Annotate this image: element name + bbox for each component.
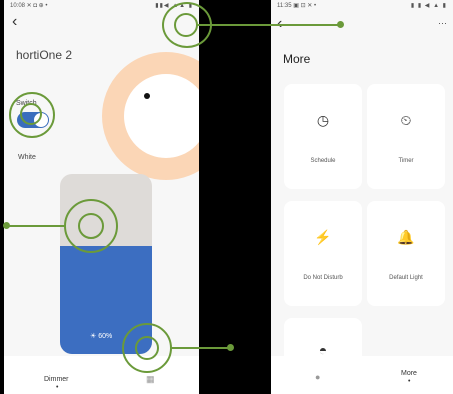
timer-card[interactable]: ⏲ Timer [367, 84, 445, 189]
device-name: hortiOne 2 [16, 48, 73, 62]
tab-more[interactable]: More [401, 370, 417, 377]
back-arrow-icon[interactable]: ‹ [12, 14, 17, 30]
schedule-card[interactable]: ◷ Schedule [284, 84, 362, 189]
brightness-callout-line [170, 347, 230, 349]
grid-icon[interactable]: ▦ [146, 374, 155, 385]
slider-callout-line [6, 225, 66, 227]
color-picker-handle[interactable] [144, 93, 150, 99]
flash-off-icon: ⚡ [314, 229, 332, 245]
brightness-value: ☀ 60% [90, 333, 113, 340]
back-callout-line [196, 24, 340, 26]
slider-callout-dot [3, 222, 10, 229]
bell-icon: 🔔 [397, 229, 415, 245]
device-control-screen: 10:08 ✕ ◘ ⊕ • ▮▮◀ ▲▲ ▮ ‹ hortiOne 2 Swit… [4, 0, 199, 394]
status-bar: 11:35 ▣ ⊡ ✕ • ▮ ▮ ◀ ▲ ▮ [271, 0, 453, 10]
more-screen: 11:35 ▣ ⊡ ✕ • ▮ ▮ ◀ ▲ ▮ ‹ ··· More ◷ Sch… [271, 0, 453, 394]
status-icons: ▮ ▮ ◀ ▲ ▮ [410, 3, 447, 9]
card-label: Schedule [310, 158, 336, 164]
bottom-tab-bar: Dimmer • ▦ [4, 356, 199, 394]
timer-icon: ⏲ [400, 112, 412, 128]
slider-highlight-inner [78, 213, 104, 239]
card-label: Default Light [389, 275, 423, 281]
default-light-card[interactable]: 🔔 Default Light [367, 201, 445, 306]
back-callout-dot [337, 21, 344, 28]
brightness-callout-dot [227, 344, 234, 351]
home-tab-icon[interactable]: ● [315, 372, 320, 382]
page-title: More [283, 52, 311, 66]
tab-dimmer-indicator: • [56, 384, 59, 391]
status-time: 10:08 ✕ ◘ ⊕ • [10, 3, 48, 9]
white-label: White [18, 154, 36, 161]
switch-highlight-inner [20, 103, 42, 125]
clock-icon: ◷ [316, 112, 330, 128]
tab-dimmer[interactable]: Dimmer [44, 376, 69, 383]
brightness-highlight-inner [135, 336, 159, 360]
card-label: Timer [398, 158, 414, 164]
card-label: Do Not Disturb [303, 275, 343, 281]
bottom-tab-bar: ● More • [271, 356, 453, 394]
do-not-disturb-card[interactable]: ⚡ Do Not Disturb [284, 201, 362, 306]
color-wheel[interactable] [102, 52, 199, 180]
back-highlight-inner [174, 13, 198, 37]
more-options-icon[interactable]: ··· [438, 18, 447, 28]
tab-more-indicator: • [408, 378, 411, 385]
status-time: 11:35 ▣ ⊡ ✕ • [277, 3, 317, 9]
